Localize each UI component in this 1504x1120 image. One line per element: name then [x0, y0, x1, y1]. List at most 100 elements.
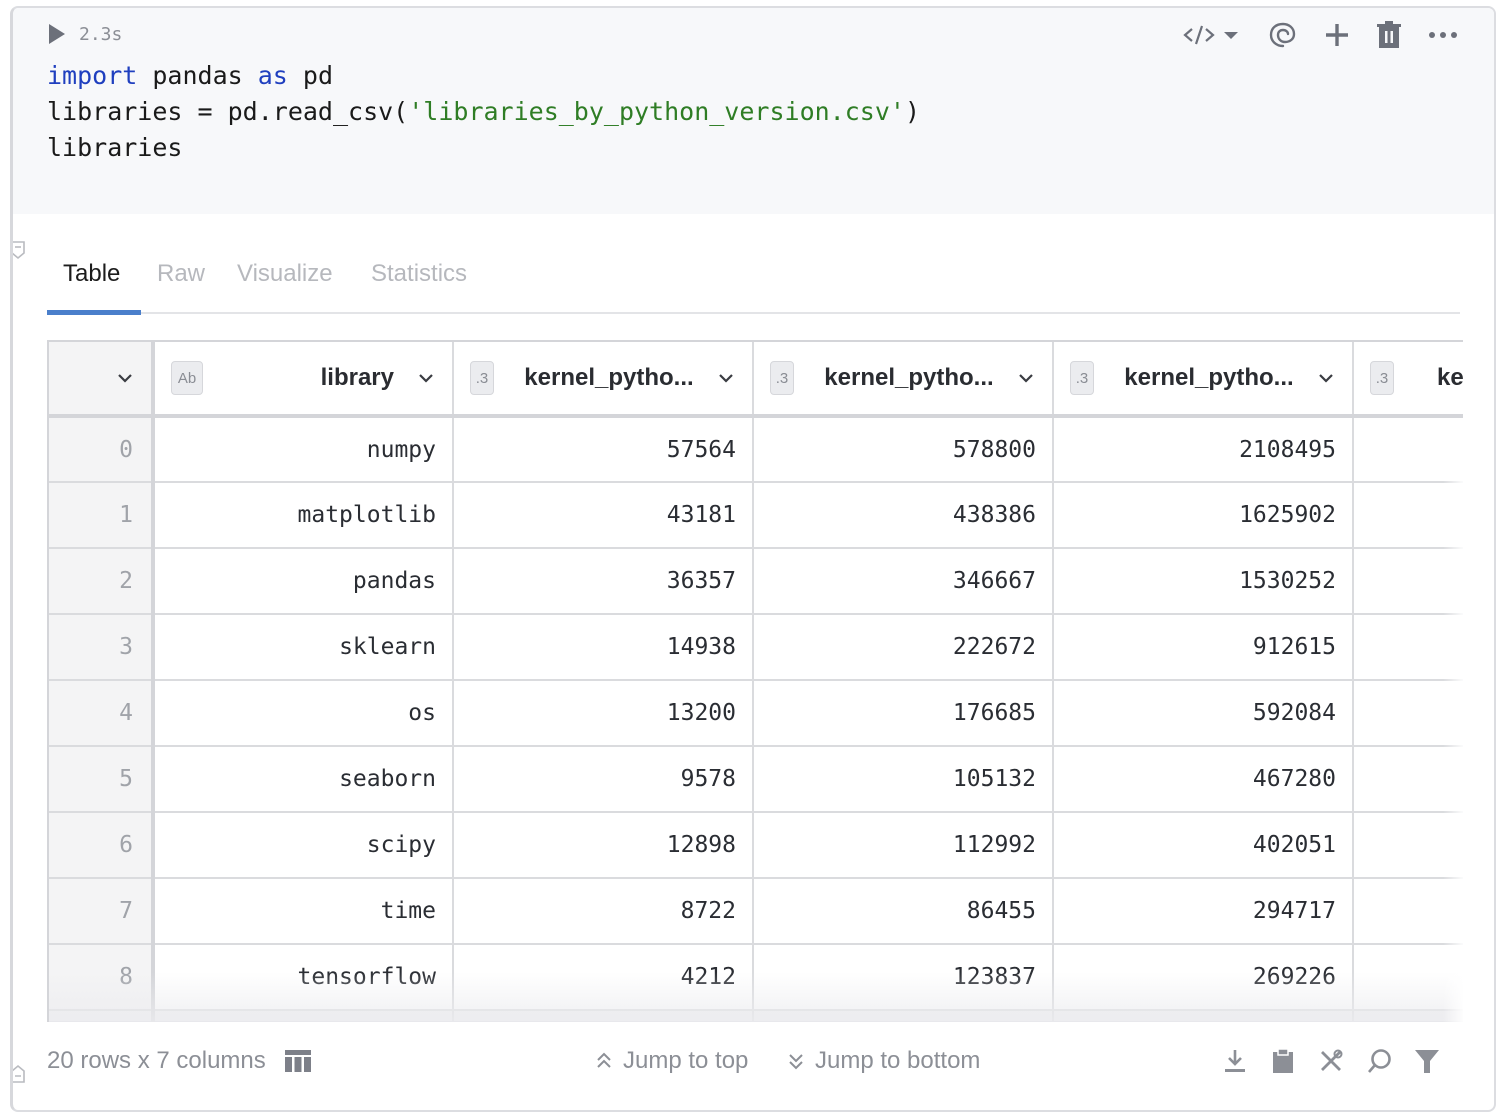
index-header[interactable]	[49, 342, 155, 418]
column-header-kernel-3[interactable]: .3 kernel_pytho...	[1053, 342, 1354, 418]
library-cell[interactable]: scipy	[153, 812, 454, 879]
code-line[interactable]: libraries	[47, 130, 920, 166]
value-cell[interactable]: 269226	[1053, 944, 1354, 1011]
table-row[interactable]: 0 numpy 57564 578800 2108495	[49, 416, 1463, 483]
value-cell[interactable]: 1530252	[1053, 548, 1354, 615]
table-row[interactable]: 3 sklearn 14938 222672 912615	[49, 614, 1463, 681]
value-cell[interactable]: 2108495	[1053, 416, 1354, 483]
tab-raw[interactable]: Raw	[157, 260, 205, 288]
fold-start-icon[interactable]	[10, 240, 26, 260]
delete-cell-button[interactable]	[1376, 20, 1402, 50]
table-row[interactable]: 4 os 13200 176685 592084	[49, 680, 1463, 747]
code-line[interactable]: import pandas as pd	[47, 58, 920, 94]
table-footer: 20 rows x 7 columns Jump to top Jump to …	[47, 1038, 1460, 1084]
value-cell[interactable]: 8722	[453, 878, 754, 945]
numeric-type-badge: .3	[470, 361, 494, 395]
library-cell[interactable]: os	[153, 680, 454, 747]
jump-to-top-button[interactable]: Jump to top	[595, 1047, 748, 1075]
code-editor[interactable]: 2.3s import pandas as pd libraries = pd.r…	[13, 8, 1494, 214]
chevron-down-icon[interactable]	[716, 368, 736, 388]
chevron-down-icon[interactable]	[115, 368, 135, 388]
value-cell[interactable]	[1353, 548, 1463, 615]
code-text[interactable]: import pandas as pd libraries = pd.read_c…	[47, 58, 920, 166]
notebook-cell: 2.3s import pandas as pd libraries = pd.r…	[10, 6, 1496, 1112]
value-cell[interactable]: 912615	[1053, 614, 1354, 681]
value-cell[interactable]: 294717	[1053, 878, 1354, 945]
value-cell[interactable]: 14938	[453, 614, 754, 681]
value-cell[interactable]	[1353, 944, 1463, 1011]
library-cell[interactable]: matplotlib	[153, 482, 454, 549]
value-cell[interactable]	[1353, 812, 1463, 879]
value-cell[interactable]: 86455	[753, 878, 1054, 945]
value-cell[interactable]: 123837	[753, 944, 1054, 1011]
row-index: 0	[49, 416, 155, 483]
value-cell[interactable]: 176685	[753, 680, 1054, 747]
value-cell[interactable]	[1353, 482, 1463, 549]
tab-table[interactable]: Table	[63, 260, 120, 288]
code-token: pd	[287, 61, 333, 90]
chevron-down-icon[interactable]	[416, 368, 436, 388]
table-row[interactable]: 7 time 8722 86455 294717	[49, 878, 1463, 945]
table-layout-icon[interactable]	[284, 1049, 312, 1073]
library-cell[interactable]: sklearn	[153, 614, 454, 681]
library-cell[interactable]: pandas	[153, 548, 454, 615]
value-cell[interactable]: 13200	[453, 680, 754, 747]
row-index: 5	[49, 746, 155, 813]
value-cell[interactable]: 36357	[453, 548, 754, 615]
numeric-type-badge: .3	[1070, 361, 1094, 395]
fold-end-icon[interactable]	[10, 1064, 26, 1084]
library-cell[interactable]: numpy	[153, 416, 454, 483]
library-cell[interactable]: tensorflow	[153, 944, 454, 1011]
column-label: kernel_pytho...	[824, 364, 994, 391]
column-header-kernel-4[interactable]: .3 kerne	[1353, 342, 1463, 418]
value-cell[interactable]	[1353, 416, 1463, 483]
column-header-library[interactable]: Ab library	[153, 342, 454, 418]
value-cell[interactable]: 578800	[753, 416, 1054, 483]
value-cell[interactable]: 12898	[453, 812, 754, 879]
tab-visualize[interactable]: Visualize	[237, 260, 333, 288]
add-cell-button[interactable]	[1324, 20, 1350, 50]
value-cell[interactable]: 592084	[1053, 680, 1354, 747]
chevron-down-icon[interactable]	[1316, 368, 1336, 388]
filter-icon[interactable]	[1414, 1048, 1440, 1074]
value-cell[interactable]: 438386	[753, 482, 1054, 549]
settings-tools-icon[interactable]	[1318, 1048, 1344, 1074]
code-line[interactable]: libraries = pd.read_csv('libraries_by_py…	[47, 94, 920, 130]
row-index: 7	[49, 878, 155, 945]
column-header-kernel-2[interactable]: .3 kernel_pytho...	[753, 342, 1054, 418]
value-cell[interactable]: 4212	[453, 944, 754, 1011]
download-icon[interactable]	[1222, 1048, 1248, 1074]
table-row[interactable]: 5 seaborn 9578 105132 467280	[49, 746, 1463, 813]
value-cell[interactable]	[1353, 878, 1463, 945]
column-header-kernel-1[interactable]: .3 kernel_pytho...	[453, 342, 754, 418]
ai-assistant-button[interactable]	[1268, 20, 1298, 50]
tab-statistics[interactable]: Statistics	[371, 260, 467, 288]
value-cell[interactable]: 105132	[753, 746, 1054, 813]
value-cell[interactable]	[1353, 680, 1463, 747]
code-view-dropdown[interactable]	[1182, 20, 1242, 50]
table-row[interactable]: 1 matplotlib 43181 438386 1625902	[49, 482, 1463, 549]
dataframe-table[interactable]: Ab library .3 kernel_pytho... .3 kernel_…	[47, 340, 1463, 1022]
value-cell[interactable]: 467280	[1053, 746, 1354, 813]
value-cell[interactable]: 346667	[753, 548, 1054, 615]
value-cell[interactable]: 112992	[753, 812, 1054, 879]
value-cell[interactable]: 222672	[753, 614, 1054, 681]
more-options-button[interactable]	[1428, 20, 1458, 50]
run-cell-button[interactable]	[47, 22, 67, 46]
library-cell[interactable]: time	[153, 878, 454, 945]
value-cell[interactable]: 9578	[453, 746, 754, 813]
copy-clipboard-icon[interactable]	[1270, 1048, 1296, 1074]
value-cell[interactable]: 402051	[1053, 812, 1354, 879]
value-cell[interactable]: 43181	[453, 482, 754, 549]
jump-to-bottom-button[interactable]: Jump to bottom	[787, 1047, 980, 1075]
value-cell[interactable]: 57564	[453, 416, 754, 483]
chevron-down-icon[interactable]	[1016, 368, 1036, 388]
table-row[interactable]: 2 pandas 36357 346667 1530252	[49, 548, 1463, 615]
library-cell[interactable]: seaborn	[153, 746, 454, 813]
search-icon[interactable]	[1366, 1048, 1392, 1074]
value-cell[interactable]	[1353, 746, 1463, 813]
value-cell[interactable]: 1625902	[1053, 482, 1354, 549]
table-row[interactable]: 6 scipy 12898 112992 402051	[49, 812, 1463, 879]
value-cell[interactable]	[1353, 614, 1463, 681]
table-row[interactable]: 8 tensorflow 4212 123837 269226	[49, 944, 1463, 1011]
